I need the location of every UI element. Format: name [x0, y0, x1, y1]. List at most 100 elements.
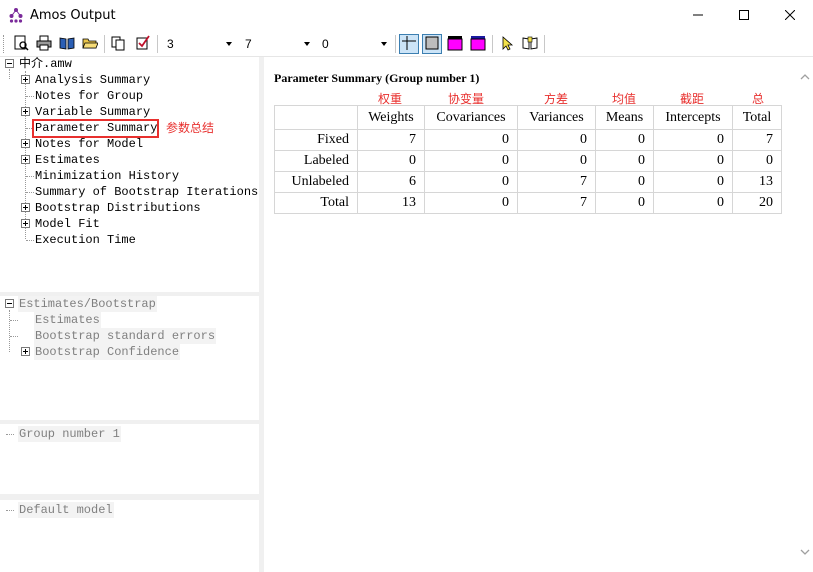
- table-cell: 0: [653, 171, 733, 193]
- section-title: Parameter Summary (Group number 1): [274, 71, 480, 85]
- table-rotation-combo[interactable]: 0: [317, 34, 391, 54]
- close-icon: [784, 9, 796, 23]
- table-cell: 0: [653, 129, 733, 151]
- bootstrap-standard-errors-label: Bootstrap standard errors: [34, 328, 217, 344]
- collapse-icon[interactable]: [5, 299, 14, 308]
- table-cell: 7: [357, 129, 425, 151]
- maximize-button[interactable]: [721, 0, 767, 31]
- decimals-combo-value: 3: [167, 37, 174, 51]
- table-cell: 0: [424, 129, 518, 151]
- tree-item-label: Minimization History: [35, 169, 180, 183]
- column-header: Means: [595, 105, 654, 130]
- decimals-combo[interactable]: 3: [162, 34, 236, 54]
- scroll-up-button[interactable]: [796, 67, 813, 84]
- scroll-down-button[interactable]: [796, 543, 813, 560]
- table-cell: 13: [357, 192, 425, 214]
- column-width-combo[interactable]: 7: [240, 34, 314, 54]
- vertical-scrollbar[interactable]: [796, 57, 813, 572]
- parameter-summary-table: Weights Covariances Variances Means Inte…: [274, 105, 782, 214]
- book-help-icon: [522, 35, 538, 54]
- chevron-down-icon: [381, 42, 387, 46]
- toolbar-grip: [3, 35, 6, 53]
- row-header: Total: [274, 192, 358, 214]
- output-tree-panel: 中介.amw Analysis Summary Notes for Group …: [0, 57, 259, 292]
- tree-item-label: Execution Time: [35, 233, 136, 247]
- tree-item-label: Analysis Summary: [35, 73, 151, 87]
- copy-icon: [110, 35, 126, 54]
- amos-app-icon: [8, 7, 24, 23]
- tree-item-label: Notes for Model: [35, 137, 144, 151]
- tree-connector: [26, 240, 34, 241]
- table-cell: 0: [653, 192, 733, 214]
- tree-item-label: Bootstrap Distributions: [35, 201, 201, 215]
- table-cell: 7: [517, 171, 596, 193]
- tree-item-label: Summary of Bootstrap Iterations: [35, 185, 259, 199]
- expand-icon[interactable]: [21, 107, 30, 116]
- book-open-icon: [59, 35, 75, 54]
- background-color-button[interactable]: [468, 34, 488, 54]
- tree-root-label: 中介.amw: [19, 57, 72, 71]
- table-cell: 0: [653, 150, 733, 172]
- folder-open-icon: [82, 35, 99, 54]
- expand-icon[interactable]: [21, 139, 30, 148]
- expand-icon[interactable]: [21, 75, 30, 84]
- checklist-icon: [135, 34, 151, 54]
- text-view-icon: [425, 36, 439, 53]
- open-file-button[interactable]: [80, 34, 100, 54]
- minimize-button[interactable]: [675, 0, 721, 31]
- print-preview-button[interactable]: [11, 34, 31, 54]
- print-preview-icon: [13, 35, 29, 54]
- collapse-icon[interactable]: [5, 59, 14, 68]
- help-book-button[interactable]: [520, 34, 540, 54]
- copy-button[interactable]: [108, 34, 128, 54]
- close-button[interactable]: [767, 0, 813, 31]
- tree-line: [9, 69, 10, 79]
- group-label: Group number 1: [18, 426, 121, 442]
- expand-icon[interactable]: [21, 219, 30, 228]
- text-view-button[interactable]: [422, 34, 442, 54]
- model-panel: Default model: [0, 500, 259, 572]
- toolbar: 3 7 0: [0, 31, 813, 57]
- table-cell: 20: [732, 192, 782, 214]
- toolbar-separator: [104, 35, 105, 53]
- highlight-color-button[interactable]: [445, 34, 465, 54]
- estimates-bootstrap-root-label: Estimates/Bootstrap: [18, 296, 157, 312]
- column-header: Covariances: [424, 105, 518, 130]
- table-cell: 0: [424, 150, 518, 172]
- chevron-up-icon: [800, 69, 810, 83]
- tree-line: [9, 310, 10, 352]
- table-row: Labeled 0 0 0 0 0 0: [274, 150, 782, 172]
- row-header: Labeled: [274, 150, 358, 172]
- tree-connector: [6, 434, 14, 435]
- table-view-button[interactable]: [399, 34, 419, 54]
- open-book-button[interactable]: [57, 34, 77, 54]
- column-header: Total: [732, 105, 782, 130]
- table-cell: 0: [424, 192, 518, 214]
- tree-item-label: Model Fit: [35, 217, 100, 231]
- table-header-row: Weights Covariances Variances Means Inte…: [274, 105, 782, 130]
- expand-icon[interactable]: [21, 347, 30, 356]
- minimize-icon: [693, 9, 703, 23]
- table-rotation-combo-value: 0: [322, 37, 329, 51]
- expand-icon[interactable]: [21, 155, 30, 164]
- table-cell: 0: [424, 171, 518, 193]
- table-cell: 0: [357, 150, 425, 172]
- print-button[interactable]: [34, 34, 54, 54]
- column-width-combo-value: 7: [245, 37, 252, 51]
- tree-connector: [26, 192, 34, 193]
- table-corner-cell: [274, 105, 358, 130]
- color-magenta-bar-icon: [470, 35, 486, 54]
- table-cell: 7: [517, 192, 596, 214]
- table-view-icon: [402, 35, 416, 53]
- expand-icon[interactable]: [21, 203, 30, 212]
- tree-connector: [10, 336, 18, 337]
- row-header: Unlabeled: [274, 171, 358, 193]
- title-bar: Amos Output: [0, 0, 813, 31]
- options-button[interactable]: [133, 34, 153, 54]
- window-title: Amos Output: [30, 8, 116, 23]
- tree-connector: [26, 176, 34, 177]
- chevron-down-icon: [800, 545, 810, 559]
- navigation-pane: 中介.amw Analysis Summary Notes for Group …: [0, 57, 262, 572]
- context-help-button[interactable]: [497, 34, 517, 54]
- chevron-down-icon: [304, 42, 310, 46]
